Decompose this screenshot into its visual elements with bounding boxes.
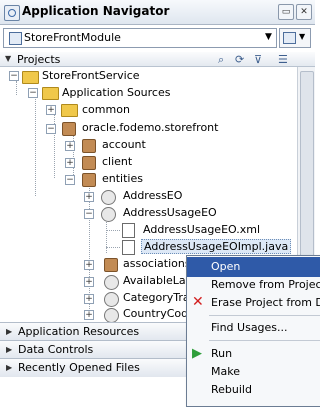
- expand-toggle[interactable]: +: [84, 294, 94, 304]
- menu-item-remove-from-project[interactable]: Remove from Project: [187, 275, 320, 295]
- application-resources-label: Application Resources: [18, 325, 140, 338]
- tree-item-entities[interactable]: entities: [102, 172, 143, 185]
- folder-icon: [42, 87, 59, 100]
- expand-arrow-icon[interactable]: ▼: [5, 54, 11, 63]
- tree-item-account[interactable]: account: [102, 138, 146, 151]
- expand-toggle[interactable]: +: [84, 260, 94, 270]
- folder-icon: [61, 104, 78, 117]
- data-controls-label: Data Controls: [18, 343, 94, 356]
- tree-item-associations[interactable]: associations: [123, 257, 191, 270]
- sort-icon[interactable]: ☰: [278, 53, 288, 66]
- module-icon: [9, 32, 22, 45]
- window-title: Application Navigator: [22, 4, 170, 18]
- chevron-down-icon[interactable]: ▼: [265, 32, 272, 42]
- entity-object-icon: [104, 292, 119, 307]
- expand-toggle[interactable]: +: [65, 158, 75, 168]
- menu-item-open-label: Open: [211, 260, 241, 273]
- window-icon: [283, 32, 296, 44]
- java-file-icon: [122, 240, 135, 255]
- tree-item-categorytra[interactable]: CategoryTra: [123, 291, 190, 304]
- menu-item-run[interactable]: ▶ Run: [187, 344, 320, 364]
- tree-item-client[interactable]: client: [102, 155, 132, 168]
- entity-object-icon: [104, 275, 119, 290]
- scrollbar-thumb[interactable]: [300, 71, 314, 273]
- tree-item-addressusageeoimpl-java[interactable]: AddressUsageEOImpl.java: [141, 239, 292, 254]
- package-icon: [82, 156, 96, 170]
- expand-toggle[interactable]: +: [84, 277, 94, 287]
- navigator-title-bar: Application Navigator ▭ ✕: [0, 0, 315, 25]
- collapse-toggle[interactable]: −: [65, 175, 75, 185]
- projects-header[interactable]: ▼ Projects ⌕ ⟳ ⊽ ☰: [0, 52, 315, 67]
- menu-item-run-label: Run: [211, 347, 233, 360]
- collapse-toggle[interactable]: −: [46, 124, 56, 134]
- run-icon: ▶: [192, 346, 202, 361]
- menu-item-find-usages[interactable]: Find Usages...: [187, 318, 320, 338]
- entity-object-icon: [101, 207, 116, 222]
- refresh-icon[interactable]: ⟳: [235, 53, 244, 66]
- menu-item-rebuild[interactable]: Rebuild: [187, 380, 320, 400]
- delete-icon: ✕: [192, 294, 204, 310]
- expand-toggle[interactable]: +: [46, 105, 56, 115]
- context-menu: Open Remove from Project ✕ Erase Project…: [186, 255, 320, 407]
- collapse-toggle[interactable]: −: [9, 71, 19, 81]
- minimize-icon[interactable]: ▭: [278, 4, 294, 20]
- expand-arrow-icon: ▶: [6, 345, 13, 354]
- menu-item-make[interactable]: Make: [187, 362, 320, 382]
- find-icon[interactable]: ⌕: [218, 53, 224, 67]
- chevron-down-icon: ▼: [299, 32, 306, 41]
- close-icon[interactable]: ✕: [296, 4, 312, 20]
- package-icon: [82, 173, 96, 187]
- tree-item-countrycode[interactable]: CountryCode: [123, 307, 195, 320]
- tree-item-storefrontservice[interactable]: StoreFrontService: [42, 69, 140, 82]
- tree-item-addressusageeo-xml[interactable]: AddressUsageEO.xml: [143, 223, 260, 236]
- menu-item-find-usages-label: Find Usages...: [211, 321, 288, 334]
- tree-item-addresseo[interactable]: AddressEO: [123, 189, 182, 202]
- package-icon: [62, 122, 76, 136]
- tree-item-common[interactable]: common: [82, 103, 130, 116]
- package-icon: [82, 139, 96, 153]
- expand-toggle[interactable]: +: [84, 310, 94, 320]
- tree-item-application-sources[interactable]: Application Sources: [62, 86, 170, 99]
- project-folder-icon: [22, 71, 39, 84]
- filter-icon[interactable]: ⊽: [254, 53, 262, 66]
- projects-label: Projects: [17, 53, 61, 66]
- collapse-toggle[interactable]: −: [28, 88, 38, 98]
- menu-item-make-label: Make: [211, 365, 240, 378]
- menu-item-open[interactable]: Open: [187, 257, 320, 277]
- module-name: StoreFrontModule: [24, 31, 121, 44]
- expand-toggle[interactable]: +: [84, 192, 94, 202]
- navigator-icon: [4, 5, 20, 21]
- expand-toggle[interactable]: +: [65, 141, 75, 151]
- entity-object-icon: [104, 308, 119, 323]
- expand-arrow-icon: ▶: [6, 363, 13, 372]
- xml-file-icon: [122, 223, 135, 238]
- entity-object-icon: [101, 190, 116, 205]
- tree-item-availablelan[interactable]: AvailableLan: [123, 274, 193, 287]
- tree-item-addressusageeo[interactable]: AddressUsageEO: [123, 206, 217, 219]
- recently-opened-files-label: Recently Opened Files: [18, 361, 140, 374]
- collapse-toggle[interactable]: −: [84, 209, 94, 219]
- tree-item-storefront-package[interactable]: oracle.fodemo.storefront: [82, 121, 218, 134]
- menu-item-remove-label: Remove from Project: [211, 278, 320, 291]
- menu-item-erase[interactable]: ✕ Erase Project from Dis: [187, 293, 320, 313]
- package-icon: [104, 258, 118, 272]
- module-menu-button[interactable]: ▼: [279, 28, 311, 48]
- expand-arrow-icon: ▶: [6, 327, 13, 336]
- menu-item-erase-label: Erase Project from Dis: [211, 296, 320, 309]
- module-selector[interactable]: StoreFrontModule ▼: [3, 28, 277, 48]
